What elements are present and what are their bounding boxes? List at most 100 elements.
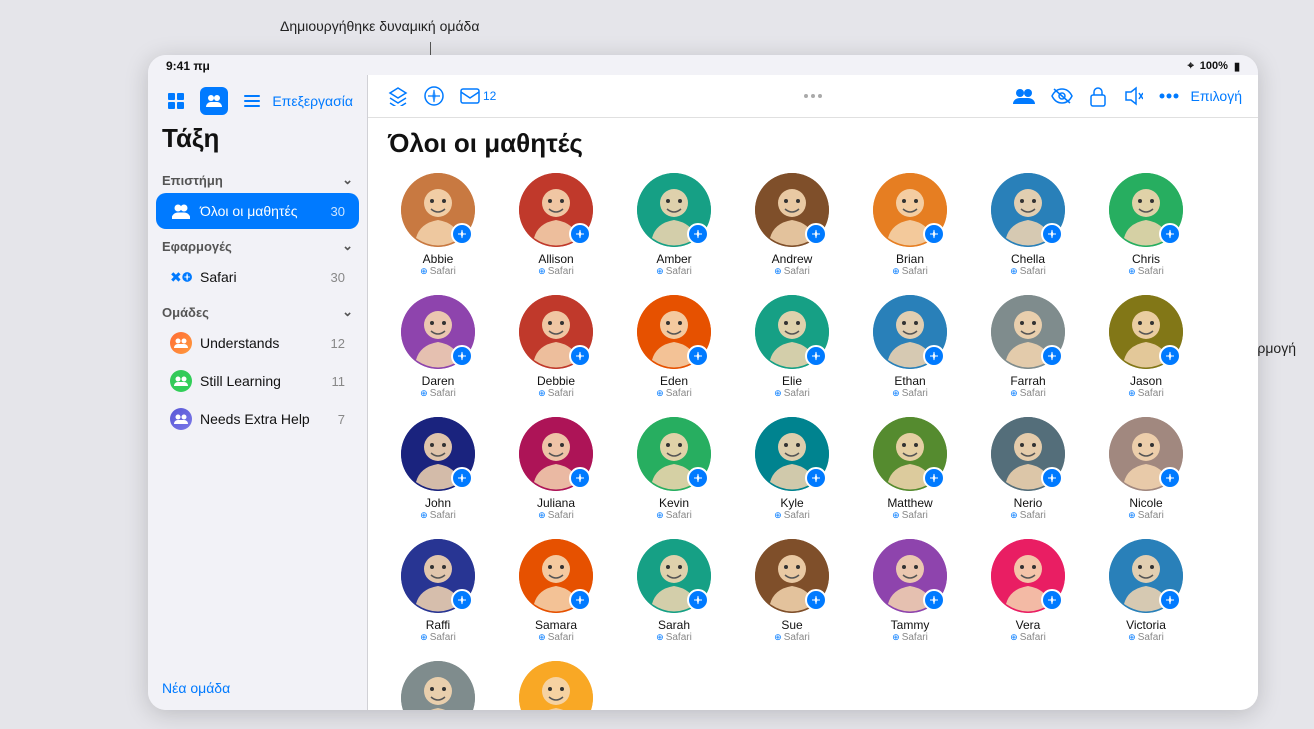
student-card-allison[interactable]: Allison⊕Safari xyxy=(506,173,606,277)
select-button[interactable]: Επιλογή xyxy=(1191,88,1242,104)
student-card-andrew[interactable]: Andrew⊕Safari xyxy=(742,173,842,277)
avatar-wrap xyxy=(401,417,475,491)
student-app-label: ⊕Safari xyxy=(538,510,574,521)
avatar-wrap xyxy=(519,661,593,710)
student-card-daren[interactable]: Daren⊕Safari xyxy=(388,295,488,399)
sidebar-item-all-students[interactable]: Όλοι οι μαθητές 30 xyxy=(156,193,359,229)
student-app-label: ⊕Safari xyxy=(1010,266,1046,277)
student-card-kevin[interactable]: Kevin⊕Safari xyxy=(624,417,724,521)
student-app-label: ⊕Safari xyxy=(774,388,810,399)
avatar-wrap xyxy=(401,539,475,613)
student-app-icon: ⊕ xyxy=(774,266,782,277)
student-card-tammy[interactable]: Tammy⊕Safari xyxy=(860,539,960,643)
student-card-brian[interactable]: Brian⊕Safari xyxy=(860,173,960,277)
student-name: Juliana xyxy=(537,496,575,510)
student-card-debbie[interactable]: Debbie⊕Safari xyxy=(506,295,606,399)
student-name: Tammy xyxy=(891,618,930,632)
student-app-label: ⊕Safari xyxy=(1128,510,1164,521)
sidebar-item-understands[interactable]: Understands 12 xyxy=(156,325,359,361)
student-app-icon: ⊕ xyxy=(656,510,664,521)
avatar-wrap xyxy=(1109,173,1183,247)
toolbar-left: 12 xyxy=(384,82,500,110)
sidebar-list-icon[interactable] xyxy=(238,87,266,115)
student-app-icon: ⊕ xyxy=(538,388,546,399)
sidebar-header: Επεξεργασία xyxy=(148,83,367,119)
student-card-nerio[interactable]: Nerio⊕Safari xyxy=(978,417,1078,521)
student-name: Kyle xyxy=(780,496,803,510)
student-card-abbie[interactable]: Abbie⊕Safari xyxy=(388,173,488,277)
student-card-[interactable]: ...⊕Safari xyxy=(388,661,488,710)
safari-badge-icon xyxy=(451,467,473,489)
sidebar-grid-icon[interactable] xyxy=(162,87,190,115)
compass-icon-button[interactable] xyxy=(420,82,448,110)
avatar-wrap xyxy=(519,173,593,247)
student-card-matthew[interactable]: Matthew⊕Safari xyxy=(860,417,960,521)
wifi-icon: ⌖ xyxy=(1188,60,1194,73)
avatar-wrap xyxy=(873,295,947,369)
safari-badge-icon xyxy=(687,345,709,367)
student-card-sarah[interactable]: Sarah⊕Safari xyxy=(624,539,724,643)
new-group-button[interactable]: Νέα ομάδα xyxy=(162,680,230,696)
safari-badge-icon xyxy=(1159,589,1181,611)
eye-icon-button[interactable] xyxy=(1047,84,1077,108)
needs-extra-help-label: Needs Extra Help xyxy=(200,411,310,427)
safari-badge-icon xyxy=(451,345,473,367)
student-name: Allison xyxy=(538,252,573,266)
mail-icon-button[interactable]: 12 xyxy=(456,84,500,108)
student-card-samara[interactable]: Samara⊕Safari xyxy=(506,539,606,643)
student-name: Jason xyxy=(1130,374,1162,388)
student-card-nicole[interactable]: Nicole⊕Safari xyxy=(1096,417,1196,521)
student-card-juliana[interactable]: Juliana⊕Safari xyxy=(506,417,606,521)
safari-badge-icon xyxy=(569,589,591,611)
student-card-victoria[interactable]: Victoria⊕Safari xyxy=(1096,539,1196,643)
content-panel: 12 xyxy=(368,75,1258,710)
edit-button[interactable]: Επεξεργασία xyxy=(272,93,353,109)
student-card-kyle[interactable]: Kyle⊕Safari xyxy=(742,417,842,521)
sidebar-people-icon[interactable] xyxy=(200,87,228,115)
student-app-icon: ⊕ xyxy=(420,266,428,277)
student-card-[interactable]: ...⊕Safari xyxy=(506,661,606,710)
avatar-wrap xyxy=(755,173,829,247)
safari-icon: ✖ xyxy=(170,266,192,288)
student-card-raffi[interactable]: Raffi⊕Safari xyxy=(388,539,488,643)
student-app-icon: ⊕ xyxy=(892,510,900,521)
student-app-icon: ⊕ xyxy=(420,388,428,399)
sidebar-item-still-learning[interactable]: Still Learning 11 xyxy=(156,363,359,399)
avatar-wrap xyxy=(991,539,1065,613)
student-name: Abbie xyxy=(423,252,454,266)
group-icon-button[interactable] xyxy=(1009,83,1039,109)
layers-icon-button[interactable] xyxy=(384,82,412,110)
student-card-john[interactable]: John⊕Safari xyxy=(388,417,488,521)
sidebar-item-safari[interactable]: ✖ Safari 30 xyxy=(156,259,359,295)
student-card-eden[interactable]: Eden⊕Safari xyxy=(624,295,724,399)
student-card-chris[interactable]: Chris⊕Safari xyxy=(1096,173,1196,277)
student-card-elie[interactable]: Elie⊕Safari xyxy=(742,295,842,399)
student-app-icon: ⊕ xyxy=(420,510,428,521)
safari-badge-icon xyxy=(1159,223,1181,245)
all-students-icon xyxy=(170,200,192,222)
safari-badge-icon xyxy=(1159,345,1181,367)
avatar-wrap xyxy=(991,417,1065,491)
student-card-jason[interactable]: Jason⊕Safari xyxy=(1096,295,1196,399)
battery-icon: ▮ xyxy=(1234,60,1240,73)
student-row-3: Raffi⊕Safari Samara⊕Safari Sarah⊕Safari … xyxy=(388,539,1238,643)
student-card-farrah[interactable]: Farrah⊕Safari xyxy=(978,295,1078,399)
student-card-vera[interactable]: Vera⊕Safari xyxy=(978,539,1078,643)
student-card-ethan[interactable]: Ethan⊕Safari xyxy=(860,295,960,399)
mute-icon-button[interactable] xyxy=(1119,82,1147,110)
student-app-label: ⊕Safari xyxy=(1010,388,1046,399)
callout-top-text: Δημιουργήθηκε δυναμική ομάδα xyxy=(280,18,479,34)
student-card-amber[interactable]: Amber⊕Safari xyxy=(624,173,724,277)
student-card-chella[interactable]: Chella⊕Safari xyxy=(978,173,1078,277)
apps-section-label: Εφαρμογές ⌄ xyxy=(148,230,367,258)
sidebar-item-needs-extra-help[interactable]: Needs Extra Help 7 xyxy=(156,401,359,437)
safari-badge-icon xyxy=(805,467,827,489)
safari-badge-icon xyxy=(1041,589,1063,611)
avatar-wrap xyxy=(755,417,829,491)
student-app-label: ⊕Safari xyxy=(1010,510,1046,521)
more-icon-button[interactable] xyxy=(1155,89,1183,103)
student-app-icon: ⊕ xyxy=(1128,266,1136,277)
student-card-sue[interactable]: Sue⊕Safari xyxy=(742,539,842,643)
student-name: Samara xyxy=(535,618,577,632)
lock-icon-button[interactable] xyxy=(1085,81,1111,111)
